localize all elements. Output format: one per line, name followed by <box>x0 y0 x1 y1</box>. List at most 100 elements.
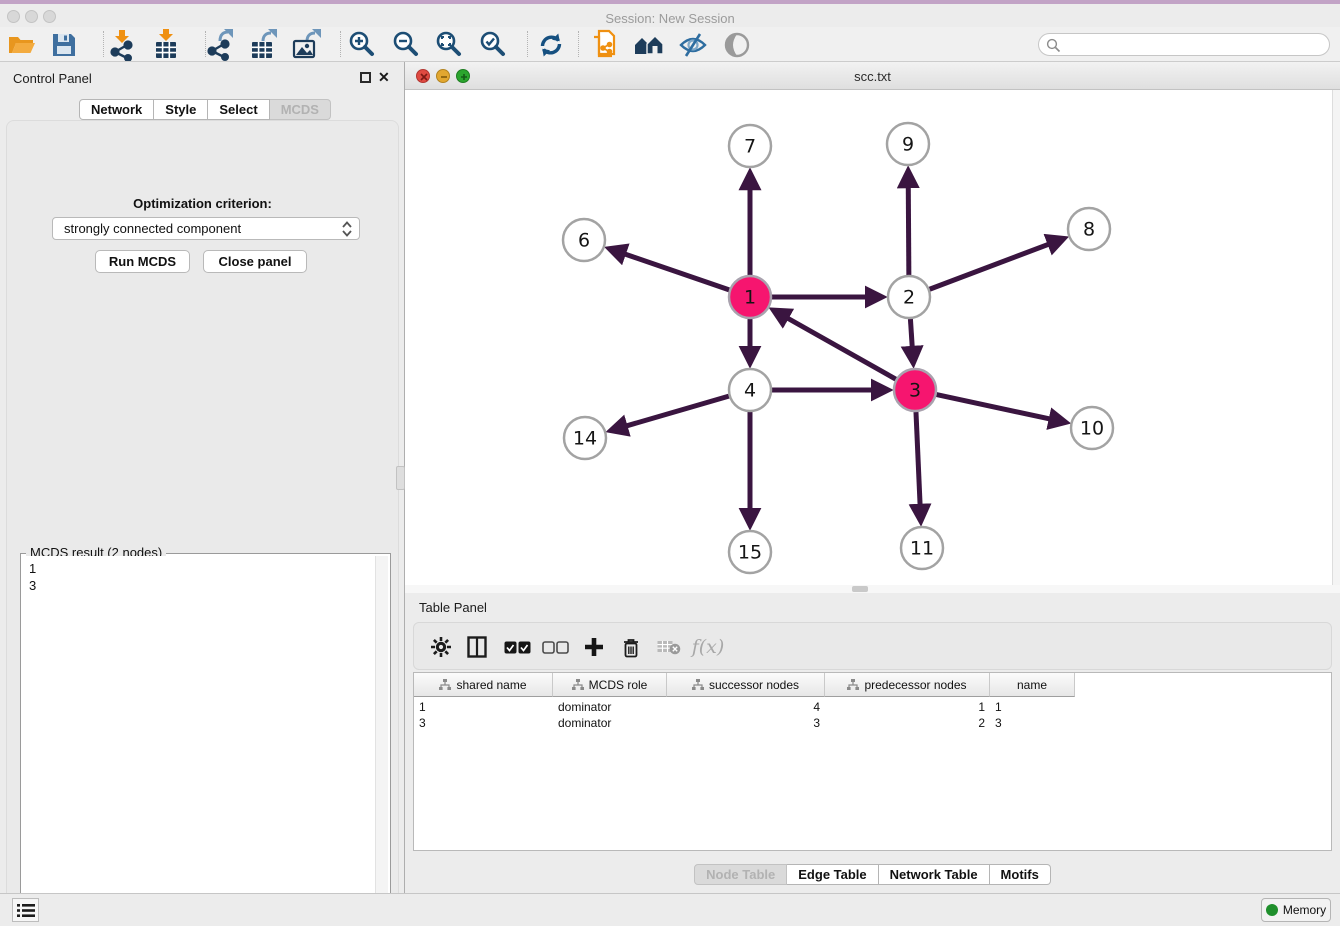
memory-button[interactable]: Memory <box>1261 898 1331 922</box>
node-table: shared nameMCDS role successor nodes prede… <box>413 672 1332 851</box>
tab-network[interactable]: Network <box>79 99 154 120</box>
new-network-button[interactable] <box>588 29 622 60</box>
node-label-14: 14 <box>573 428 597 450</box>
control-panel-title: Control Panel <box>13 71 92 86</box>
status-bar: Memory <box>0 893 1340 926</box>
apply-layout-button[interactable] <box>534 29 568 60</box>
edge-4-14[interactable] <box>611 396 729 430</box>
tab-select[interactable]: Select <box>208 99 269 120</box>
edge-2-8[interactable] <box>930 239 1064 290</box>
criterion-select[interactable]: strongly connected component <box>52 217 360 240</box>
edge-1-6[interactable] <box>610 249 730 290</box>
columns-icon <box>467 636 487 658</box>
network-view-window: scc.txt 1234678910111415 <box>405 62 1340 593</box>
tab-motifs[interactable]: Motifs <box>990 864 1051 885</box>
column-header-name[interactable]: name <box>990 673 1075 697</box>
unchecked-boxes-icon <box>542 641 569 654</box>
create-column-button[interactable] <box>580 632 608 662</box>
close-panel-icon[interactable]: ✕ <box>378 72 390 83</box>
table-cell: 1 <box>825 699 990 715</box>
show-columns-button[interactable] <box>464 632 490 662</box>
table-cell: 1 <box>414 699 553 715</box>
network-hscrollbar[interactable] <box>405 585 1340 593</box>
table-row[interactable]: 1dominator411 <box>414 699 1075 715</box>
tab-node-table[interactable]: Node Table <box>694 864 787 885</box>
import-table-button[interactable] <box>149 29 183 60</box>
control-panel-tabs: NetworkStyleSelectMCDS <box>79 99 331 120</box>
function-builder-button[interactable]: f(x) <box>689 632 727 662</box>
application-window: Session: New Session <box>0 0 1340 926</box>
column-label: successor nodes <box>709 678 799 692</box>
tab-edge-table[interactable]: Edge Table <box>787 864 878 885</box>
export-network-icon <box>204 29 236 61</box>
tab-network-table[interactable]: Network Table <box>879 864 990 885</box>
result-line: 3 <box>29 577 375 594</box>
close-panel-button[interactable]: Close panel <box>203 250 307 273</box>
tab-style[interactable]: Style <box>154 99 208 120</box>
zoom-selected-button[interactable] <box>476 29 510 60</box>
show-details-button[interactable] <box>720 29 754 60</box>
fx-icon: f(x) <box>692 636 725 658</box>
column-header-MCDS-role[interactable]: MCDS role <box>553 673 667 697</box>
hierarchy-icon <box>572 679 584 691</box>
tab-mcds[interactable]: MCDS <box>270 99 331 120</box>
delete-table-button[interactable] <box>655 632 683 662</box>
select-all-button[interactable] <box>502 632 532 662</box>
import-network-button[interactable] <box>105 29 139 60</box>
zoom-fit-button[interactable] <box>432 29 466 60</box>
mcds-result-list[interactable]: 13 <box>23 556 375 926</box>
export-table-button[interactable] <box>246 29 280 60</box>
deselect-all-button[interactable] <box>540 632 570 662</box>
open-folder-icon <box>7 30 37 60</box>
session-title: Session: New Session <box>0 11 1340 26</box>
task-history-button[interactable] <box>12 898 39 922</box>
delete-column-button[interactable] <box>618 632 644 662</box>
zoom-in-button[interactable] <box>345 29 379 60</box>
edge-3-11[interactable] <box>916 412 921 521</box>
edge-2-3[interactable] <box>910 319 913 363</box>
search-input[interactable] <box>1065 36 1321 53</box>
table-row[interactable]: 3dominator323 <box>414 715 1075 731</box>
column-header-shared-name[interactable]: shared name <box>414 673 553 697</box>
network-graph[interactable]: 1234678910111415 <box>405 90 1332 585</box>
search-field[interactable] <box>1038 33 1330 56</box>
memory-label: Memory <box>1283 903 1326 917</box>
mcds-panel: Optimization criterion: strongly connect… <box>6 120 399 926</box>
network-vscrollbar[interactable] <box>1332 90 1340 585</box>
toolbar-separator <box>103 31 104 57</box>
table-settings-button[interactable] <box>428 632 454 662</box>
edge-2-9[interactable] <box>908 171 909 275</box>
column-header-predecessor-nodes[interactable]: predecessor nodes <box>825 673 990 697</box>
node-label-7: 7 <box>744 136 756 158</box>
node-label-8: 8 <box>1083 219 1095 241</box>
network-title: scc.txt <box>405 69 1340 84</box>
memory-status-icon <box>1266 904 1278 916</box>
zoom-out-button[interactable] <box>389 29 423 60</box>
export-image-button[interactable] <box>289 29 323 60</box>
hierarchy-icon <box>439 679 451 691</box>
table-cell: dominator <box>553 715 667 731</box>
edge-3-1[interactable] <box>774 310 896 379</box>
hide-details-button[interactable] <box>676 29 710 60</box>
result-scrollbar[interactable] <box>375 556 388 926</box>
column-header-successor-nodes[interactable]: successor nodes <box>667 673 825 697</box>
save-icon <box>50 31 78 59</box>
delete-table-icon <box>657 639 681 655</box>
node-label-11: 11 <box>910 538 934 560</box>
home-button[interactable] <box>632 29 666 60</box>
float-panel-icon[interactable] <box>360 72 371 83</box>
table-toolbar: f(x) <box>413 622 1332 670</box>
node-label-4: 4 <box>744 380 756 402</box>
panel-splitter-handle[interactable] <box>396 466 405 490</box>
zoom-fit-icon <box>433 29 465 61</box>
save-session-button[interactable] <box>47 29 81 60</box>
open-session-button[interactable] <box>5 29 39 60</box>
hsplitter-handle[interactable] <box>852 586 868 592</box>
zoom-out-icon <box>390 29 422 61</box>
toolbar-separator <box>527 31 528 57</box>
table-tabs: Node TableEdge TableNetwork TableMotifs <box>405 864 1340 885</box>
run-mcds-button[interactable]: Run MCDS <box>95 250 190 273</box>
edge-3-10[interactable] <box>937 395 1066 423</box>
result-line: 1 <box>29 560 375 577</box>
export-network-button[interactable] <box>203 29 237 60</box>
